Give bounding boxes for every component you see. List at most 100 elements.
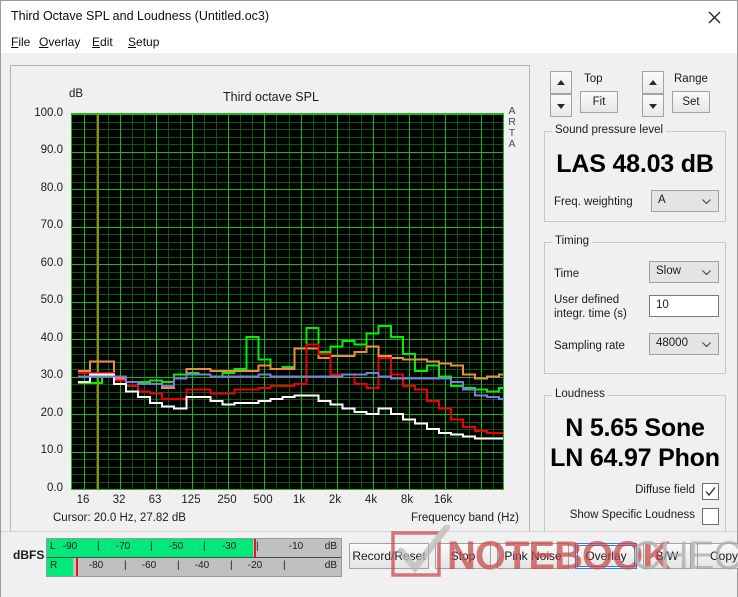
meter-pipe-8: | <box>283 560 286 571</box>
top-increase-button[interactable] <box>550 71 572 94</box>
time-select[interactable]: Slow <box>649 261 719 283</box>
arta-third-octave-window: Third Octave SPL and Loudness (Untitled.… <box>0 0 738 597</box>
meter-tick-r-60: -60 <box>141 560 157 571</box>
integration-time-value: 10 <box>656 299 669 311</box>
input-level-meter[interactable]: L -90 | -70 | -50 | -30 | -10 dB R -80 |… <box>46 538 342 577</box>
main-area: dB Third octave SPL ARTA 100.0 90.0 80.0… <box>1 53 737 535</box>
x-axis-caption: Frequency band (Hz) <box>410 512 519 524</box>
meter-tick-l-10: -10 <box>288 541 304 552</box>
sound-pressure-level-group: Sound pressure level LAS 48.03 dB Freq. … <box>544 124 726 222</box>
range-decrease-button[interactable] <box>642 94 664 117</box>
meter-row-left: L -90 | -70 | -50 | -30 | -10 dB <box>47 539 341 557</box>
meter-pipe-5: | <box>124 560 127 571</box>
freq-weighting-select[interactable]: A <box>651 190 719 212</box>
meter-tick-l-30: -30 <box>221 541 237 552</box>
diffuse-field-label: Diffuse field <box>635 484 695 496</box>
top-decrease-button[interactable] <box>550 94 572 117</box>
meter-row-right: R -80 | -60 | -40 | -20 | dB <box>47 558 341 576</box>
diffuse-field-row[interactable]: Diffuse field <box>553 483 719 501</box>
loudness-phon-value: LN 64.97 Phon <box>550 444 720 472</box>
y-tick-50: 50.0 <box>40 294 63 306</box>
top-spinner[interactable] <box>550 71 572 117</box>
specific-loudness-row[interactable]: Show Specific Loudness <box>553 508 719 526</box>
y-tick-60: 60.0 <box>40 257 63 269</box>
meter-peak-right <box>76 558 79 576</box>
spl-group-title: Sound pressure level <box>552 124 667 136</box>
top-label: Top <box>584 73 603 85</box>
specific-loudness-checkbox[interactable] <box>702 508 719 525</box>
menu-item-setup[interactable]: Setup <box>128 35 159 49</box>
meter-pipe-6: | <box>177 560 180 571</box>
cursor-readout: Cursor: 20.0 Hz, 27.82 dB <box>53 512 186 524</box>
stop-button[interactable]: Stop <box>435 543 491 569</box>
range-spinner[interactable] <box>642 71 664 117</box>
spl-value: LAS 48.03 dB <box>556 150 714 178</box>
loudness-group-title: Loudness <box>552 388 608 400</box>
meter-channel-right: R <box>50 560 58 571</box>
meter-db-top: dB <box>324 541 337 552</box>
timing-group-title: Timing <box>552 235 593 247</box>
range-set-button[interactable]: Set <box>672 91 710 113</box>
copy-button[interactable]: Copy <box>697 543 738 569</box>
chevron-down-icon <box>702 270 711 275</box>
loudness-sone-value: N 5.65 Sone <box>565 414 705 442</box>
meter-pipe-2: | <box>150 541 153 552</box>
chevron-down-icon <box>702 342 711 347</box>
pink-noise-button[interactable]: Pink Noise <box>497 543 569 569</box>
chart-title: Third octave SPL <box>223 90 319 104</box>
y-tick-80: 80.0 <box>40 182 63 194</box>
meter-tick-r-40: -40 <box>194 560 210 571</box>
x-tick-63: 63 <box>148 494 162 506</box>
diffuse-field-checkbox[interactable] <box>702 483 719 500</box>
bw-button[interactable]: B/W <box>643 543 691 569</box>
integration-time-label: User defined integr. time (s) <box>554 293 627 321</box>
meter-pipe-1: | <box>97 541 100 552</box>
chevron-down-icon <box>702 199 711 204</box>
spl-curve-red <box>78 343 503 434</box>
x-tick-8k: 8k <box>400 494 414 506</box>
meter-tick-l-70: -70 <box>115 541 131 552</box>
spl-plot-area[interactable] <box>71 113 504 490</box>
timing-group: Timing Time Slow User defined integr. ti… <box>544 235 726 374</box>
checkmark-icon <box>705 487 716 496</box>
y-tick-100: 100.0 <box>34 107 63 119</box>
y-tick-10: 10.0 <box>40 444 63 456</box>
x-tick-125: 125 <box>181 494 201 506</box>
range-increase-button[interactable] <box>642 71 664 94</box>
meter-pipe-7: | <box>230 560 233 571</box>
sampling-rate-select[interactable]: 48000 <box>649 333 719 355</box>
window-title: Third Octave SPL and Loudness (Untitled.… <box>11 9 270 23</box>
meter-tick-r-80: -80 <box>88 560 104 571</box>
menu-item-overlay[interactable]: Overlay <box>39 35 80 49</box>
time-label: Time <box>554 268 580 280</box>
dbfs-label: dBFS <box>13 548 45 562</box>
x-tick-4k: 4k <box>364 494 378 506</box>
range-label: Range <box>674 73 708 85</box>
y-tick-20: 20.0 <box>40 407 63 419</box>
integration-time-input[interactable]: 10 <box>649 295 719 317</box>
y-tick-0: 0.0 <box>47 482 63 494</box>
sampling-rate-value: 48000 <box>656 337 688 349</box>
x-tick-32: 32 <box>112 494 126 506</box>
menu-item-edit[interactable]: Edit <box>92 35 113 49</box>
meter-pipe-3: | <box>203 541 206 552</box>
integration-time-label-line1: User defined <box>554 294 620 306</box>
close-icon[interactable] <box>692 1 737 32</box>
y-tick-70: 70.0 <box>40 219 63 231</box>
meter-pipe-4: | <box>256 541 259 552</box>
loudness-group: Loudness N 5.65 Sone LN 64.97 Phon Diffu… <box>544 388 726 535</box>
record-reset-button[interactable]: Record/Reset <box>349 543 429 569</box>
sampling-rate-label: Sampling rate <box>554 340 625 352</box>
freq-weighting-value: A <box>658 194 666 206</box>
meter-db-bottom: dB <box>324 560 337 571</box>
menu-item-file[interactable]: File <box>11 35 30 49</box>
meter-channel-left: L <box>50 541 56 552</box>
y-tick-90: 90.0 <box>40 144 63 156</box>
overlay-button[interactable]: Overlay <box>575 543 637 569</box>
x-tick-1k: 1k <box>292 494 306 506</box>
chart-panel: dB Third octave SPL ARTA 100.0 90.0 80.0… <box>10 65 530 535</box>
top-fit-button[interactable]: Fit <box>580 91 618 113</box>
arta-watermark-label: ARTA <box>508 105 516 150</box>
y-tick-30: 30.0 <box>40 369 63 381</box>
x-tick-2k: 2k <box>328 494 342 506</box>
